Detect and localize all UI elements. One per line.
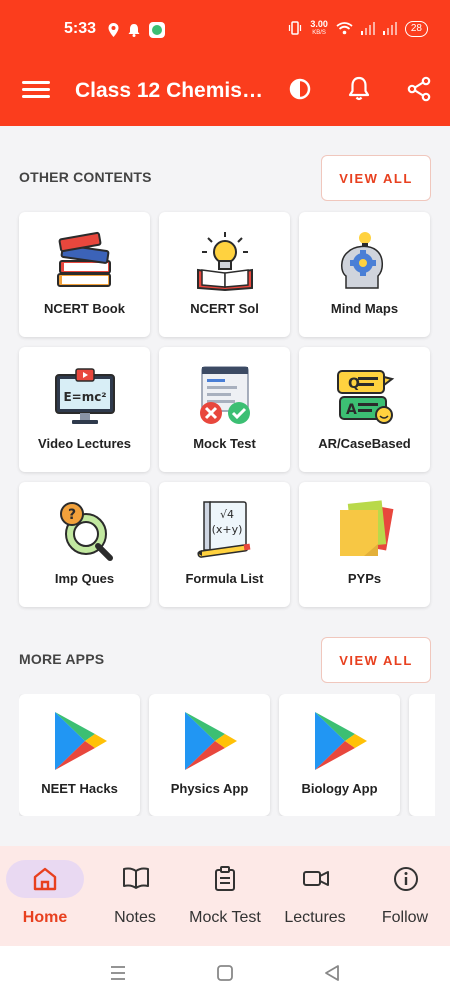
wifi-icon bbox=[336, 21, 353, 37]
play-store-icon bbox=[181, 710, 239, 772]
system-navigation-bar bbox=[0, 946, 450, 1000]
svg-text:?: ? bbox=[68, 507, 76, 523]
svg-text:A: A bbox=[346, 402, 357, 418]
app-card-label: NEET Hacks bbox=[41, 781, 118, 796]
test-checklist-icon bbox=[194, 365, 256, 427]
monitor-video-icon: E=mc² bbox=[54, 365, 116, 427]
formula-notebook-icon: √4 (x+y) bbox=[194, 500, 256, 562]
tile-ncert-sol[interactable]: NCERT Sol bbox=[159, 212, 290, 337]
video-camera-icon bbox=[303, 866, 329, 892]
share-icon bbox=[406, 76, 432, 107]
back-triangle-icon bbox=[322, 965, 342, 987]
nav-follow[interactable]: Follow bbox=[360, 846, 450, 946]
network-speed: 3.00 KB/S bbox=[310, 20, 328, 38]
mind-gear-icon bbox=[334, 230, 396, 292]
page-title: Class 12 Chemistry Notes bbox=[75, 79, 265, 102]
book-open-icon bbox=[123, 866, 149, 892]
location-icon bbox=[108, 23, 119, 37]
recents-icon bbox=[108, 966, 128, 987]
status-bar: 5:33 3.00 KB/S 28 bbox=[0, 0, 450, 60]
theme-toggle-button[interactable] bbox=[283, 74, 317, 108]
notification-bell-icon bbox=[128, 23, 140, 37]
tile-label: Mock Test bbox=[193, 436, 256, 451]
books-icon bbox=[54, 230, 116, 292]
app-card-label: Physics App bbox=[170, 781, 249, 796]
svg-text:E=mc²: E=mc² bbox=[63, 390, 106, 404]
nav-mock-test[interactable]: Mock Test bbox=[180, 846, 270, 946]
nav-lectures[interactable]: Lectures bbox=[270, 846, 360, 946]
menu-button[interactable] bbox=[22, 78, 50, 104]
bottom-navigation: Home Notes Mock Test Lectures Follow bbox=[0, 846, 450, 946]
tile-pyps[interactable]: PYPs bbox=[299, 482, 430, 607]
svg-text:(x+y): (x+y) bbox=[212, 523, 243, 536]
play-store-icon bbox=[311, 710, 369, 772]
sticky-notes-icon bbox=[334, 500, 396, 562]
question-magnifier-icon: ? bbox=[54, 500, 116, 562]
nav-notes[interactable]: Notes bbox=[90, 846, 180, 946]
tile-formula-list[interactable]: √4 (x+y) Formula List bbox=[159, 482, 290, 607]
status-system-icons: 3.00 KB/S 28 bbox=[288, 20, 428, 38]
status-notification-icons bbox=[108, 22, 165, 38]
view-all-more-apps-button[interactable]: VIEW ALL bbox=[321, 637, 431, 683]
info-icon bbox=[393, 866, 418, 892]
tile-label: Imp Ques bbox=[54, 571, 115, 586]
tile-label: NCERT Sol bbox=[190, 301, 259, 316]
tile-label: Formula List bbox=[185, 571, 264, 586]
more-apps-row: NEET Hacks Physics App Biology App bbox=[19, 694, 435, 816]
tile-ar-casebased[interactable]: Q A AR/CaseBased bbox=[299, 347, 430, 472]
app-notification-icon bbox=[149, 22, 165, 38]
vibrate-icon bbox=[288, 21, 302, 37]
share-button[interactable] bbox=[402, 74, 436, 108]
app-card-biology-app[interactable]: Biology App bbox=[279, 694, 400, 816]
speed-unit: KB/S bbox=[312, 30, 326, 36]
nav-home[interactable]: Home bbox=[0, 846, 90, 946]
tile-mind-maps[interactable]: Mind Maps bbox=[299, 212, 430, 337]
home-system-button[interactable] bbox=[215, 963, 235, 983]
status-time: 5:33 bbox=[64, 20, 97, 37]
tile-label: AR/CaseBased bbox=[318, 436, 411, 451]
recents-button[interactable] bbox=[108, 963, 128, 983]
tile-imp-ques[interactable]: ? Imp Ques bbox=[19, 482, 150, 607]
tile-label: PYPs bbox=[347, 571, 382, 586]
play-store-icon bbox=[51, 710, 109, 772]
lightbulb-book-icon bbox=[194, 230, 256, 292]
hamburger-icon bbox=[22, 81, 50, 84]
signal-2-icon bbox=[382, 21, 397, 37]
tile-label: Mind Maps bbox=[330, 301, 399, 316]
battery-indicator: 28 bbox=[404, 21, 428, 37]
home-icon bbox=[33, 866, 57, 892]
app-card-physics-app[interactable]: Physics App bbox=[149, 694, 270, 816]
square-icon bbox=[215, 965, 235, 987]
app-card-partial[interactable] bbox=[409, 694, 435, 816]
contrast-icon bbox=[288, 77, 312, 106]
other-contents-grid: NCERT Book NCERT Sol Mind Maps E=mc² Vid… bbox=[19, 212, 431, 607]
app-bar: Class 12 Chemistry Notes bbox=[0, 60, 450, 126]
section-title-more-apps: MORE APPS bbox=[19, 651, 105, 667]
tile-ncert-book[interactable]: NCERT Book bbox=[19, 212, 150, 337]
tile-video-lectures[interactable]: E=mc² Video Lectures bbox=[19, 347, 150, 472]
bell-icon bbox=[347, 76, 371, 107]
tile-label: Video Lectures bbox=[38, 436, 131, 451]
qa-chat-icon: Q A bbox=[334, 365, 396, 427]
app-card-neet-hacks[interactable]: NEET Hacks bbox=[19, 694, 140, 816]
svg-text:√4: √4 bbox=[220, 508, 234, 521]
tile-mock-test[interactable]: Mock Test bbox=[159, 347, 290, 472]
more-apps-header: MORE APPS VIEW ALL bbox=[19, 637, 431, 683]
tile-label: NCERT Book bbox=[44, 301, 125, 316]
app-card-label: Biology App bbox=[301, 781, 378, 796]
section-title-other-contents: OTHER CONTENTS bbox=[19, 169, 152, 185]
speed-value: 3.00 bbox=[310, 19, 328, 29]
notifications-button[interactable] bbox=[342, 74, 376, 108]
clipboard-icon bbox=[213, 866, 237, 892]
nav-label: Follow bbox=[381, 909, 429, 926]
signal-1-icon bbox=[360, 21, 375, 37]
back-button[interactable] bbox=[322, 963, 342, 983]
view-all-other-contents-button[interactable]: VIEW ALL bbox=[321, 155, 431, 201]
other-contents-header: OTHER CONTENTS VIEW ALL bbox=[19, 155, 431, 201]
